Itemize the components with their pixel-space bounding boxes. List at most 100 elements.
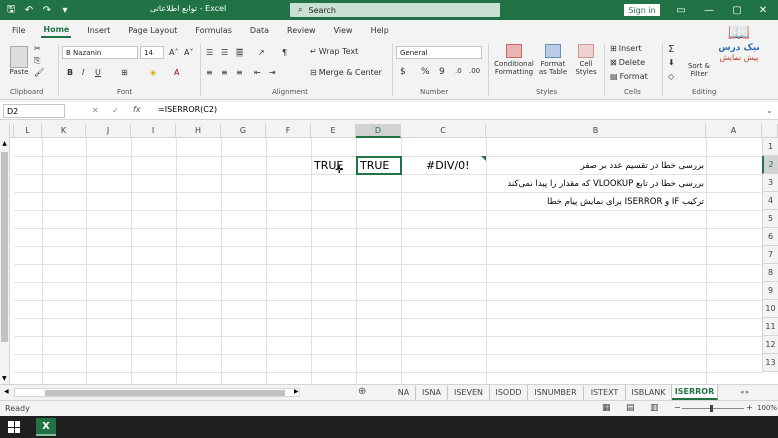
- worksheet-grid[interactable]: L K J I H G F E D C B A 1 2 3 4 5 6 7 8 …: [0, 124, 778, 384]
- col-header-a[interactable]: A: [706, 124, 762, 138]
- font-name-dropdown[interactable]: B Nazanin: [62, 46, 138, 59]
- align-bottom-icon[interactable]: ☰: [236, 48, 244, 57]
- col-header-i[interactable]: I: [131, 124, 176, 138]
- customize-qat-icon[interactable]: ▾: [58, 3, 72, 17]
- conditional-formatting-button[interactable]: Conditional Formatting: [492, 44, 536, 76]
- copy-icon[interactable]: ⎘: [34, 56, 40, 66]
- decrease-font-icon[interactable]: A˅: [184, 48, 193, 57]
- cell-c2[interactable]: #DIV/0!: [426, 159, 470, 172]
- font-size-dropdown[interactable]: 14: [140, 46, 164, 59]
- cell-b4[interactable]: ترکیب IF و ISERROR برای نمایش پیام خطا: [488, 197, 704, 207]
- sheet-tab-isnumber[interactable]: ISNUMBER: [528, 385, 584, 400]
- rtl-direction-icon[interactable]: ¶: [282, 48, 287, 57]
- sheet-tab-isodd[interactable]: ISODD: [490, 385, 528, 400]
- italic-icon[interactable]: I: [82, 68, 84, 77]
- increase-indent-icon[interactable]: ⇥: [269, 68, 276, 77]
- expand-formula-bar-icon[interactable]: ⌄: [766, 106, 773, 115]
- save-icon[interactable]: 🖫: [4, 3, 18, 17]
- align-top-icon[interactable]: ☰: [206, 48, 213, 57]
- col-header-e[interactable]: E: [311, 124, 356, 138]
- add-sheet-icon[interactable]: ⊕: [358, 386, 366, 397]
- hscroll-thumb[interactable]: [45, 390, 285, 396]
- paste-button[interactable]: Paste: [6, 46, 32, 76]
- sheet-tab-iserror[interactable]: ISERROR: [672, 385, 718, 400]
- cell-styles-button[interactable]: Cell Styles: [570, 44, 602, 76]
- zoom-level[interactable]: 100%: [757, 404, 777, 412]
- redo-icon[interactable]: ↷: [40, 3, 54, 17]
- row-header-12[interactable]: 12: [762, 336, 778, 354]
- tab-page-layout[interactable]: Page Layout: [126, 24, 179, 37]
- col-header-k[interactable]: K: [42, 124, 86, 138]
- fill-icon[interactable]: ⬇: [668, 58, 675, 67]
- decrease-decimal-icon[interactable]: .00: [469, 67, 480, 75]
- borders-icon[interactable]: ⊞: [121, 68, 128, 77]
- align-middle-icon[interactable]: ☰: [221, 48, 228, 57]
- normal-view-icon[interactable]: ▦: [602, 403, 611, 413]
- bold-icon[interactable]: B: [67, 68, 73, 77]
- autosum-icon[interactable]: Σ: [668, 44, 674, 55]
- hscroll-left-icon[interactable]: ◀: [4, 388, 9, 395]
- decrease-indent-icon[interactable]: ⇤: [254, 68, 261, 77]
- col-header-c[interactable]: C: [401, 124, 486, 138]
- sign-in-button[interactable]: Sign in: [624, 4, 660, 16]
- hscroll-right-icon[interactable]: ▶: [294, 388, 299, 395]
- row-header-7[interactable]: 7: [762, 246, 778, 264]
- confirm-entry-icon[interactable]: ✓: [112, 106, 119, 115]
- tab-formulas[interactable]: Formulas: [193, 24, 234, 37]
- col-header-g[interactable]: G: [221, 124, 266, 138]
- close-icon[interactable]: ✕: [752, 2, 774, 18]
- row-header-8[interactable]: 8: [762, 264, 778, 282]
- col-header-j[interactable]: J: [86, 124, 131, 138]
- col-header-d[interactable]: D: [356, 124, 401, 138]
- insert-cells-button[interactable]: ⊞ Insert: [610, 44, 642, 53]
- tab-home[interactable]: Home: [41, 23, 72, 38]
- row-header-9[interactable]: 9: [762, 282, 778, 300]
- tab-help[interactable]: Help: [369, 24, 391, 37]
- horizontal-scrollbar[interactable]: [14, 388, 300, 397]
- excel-taskbar-icon[interactable]: X: [36, 418, 56, 436]
- zoom-slider-thumb[interactable]: [710, 405, 713, 412]
- comma-icon[interactable]: 9: [439, 67, 445, 77]
- page-layout-view-icon[interactable]: ▤: [626, 403, 635, 413]
- sheet-tab-istext[interactable]: ISTEXT: [584, 385, 626, 400]
- cell-b3[interactable]: بررسی خطا در تابع VLOOKUP که مقدار را پی…: [488, 179, 704, 189]
- align-left-icon[interactable]: ≡: [206, 68, 213, 77]
- row-header-3[interactable]: 3: [762, 174, 778, 192]
- tab-scroll-icon[interactable]: ◂ ▸: [740, 388, 749, 396]
- clear-icon[interactable]: ◇: [668, 72, 674, 81]
- tab-review[interactable]: Review: [285, 24, 318, 37]
- row-header-6[interactable]: 6: [762, 228, 778, 246]
- scroll-up-icon[interactable]: ▲: [0, 140, 9, 147]
- col-header-f[interactable]: F: [266, 124, 311, 138]
- row-header-11[interactable]: 11: [762, 318, 778, 336]
- format-as-table-button[interactable]: Format as Table: [536, 44, 570, 76]
- format-cells-button[interactable]: ▤ Format: [610, 72, 648, 81]
- cancel-entry-icon[interactable]: ✕: [92, 106, 99, 115]
- row-header-2[interactable]: 2: [762, 156, 778, 174]
- row-header-4[interactable]: 4: [762, 192, 778, 210]
- cell-b2[interactable]: بررسی خطا در تقسیم عدد بر صفر: [488, 161, 704, 171]
- col-header-l[interactable]: L: [14, 124, 42, 138]
- name-box[interactable]: D2: [3, 104, 65, 118]
- maximize-icon[interactable]: ▢: [726, 2, 748, 18]
- format-painter-icon[interactable]: 🖌: [34, 68, 44, 77]
- number-format-dropdown[interactable]: General: [396, 46, 482, 59]
- delete-cells-button[interactable]: ⊠ Delete: [610, 58, 645, 67]
- scroll-down-icon[interactable]: ▼: [2, 375, 7, 382]
- sheet-tab-na[interactable]: NA: [392, 385, 416, 400]
- underline-icon[interactable]: U: [95, 68, 101, 77]
- tab-file[interactable]: File: [10, 24, 27, 37]
- col-header-b[interactable]: B: [486, 124, 706, 138]
- zoom-out-icon[interactable]: −: [674, 403, 681, 412]
- tab-insert[interactable]: Insert: [85, 24, 112, 37]
- align-right-icon[interactable]: ≡: [236, 68, 243, 77]
- percent-icon[interactable]: %: [421, 67, 430, 77]
- windows-start-icon[interactable]: [8, 421, 20, 433]
- vertical-scrollbar[interactable]: ▲ ▼: [0, 124, 10, 384]
- search-input[interactable]: ⌕ Search: [290, 3, 500, 17]
- row-header-13[interactable]: 13: [762, 354, 778, 372]
- minimize-icon[interactable]: —: [698, 2, 720, 18]
- increase-decimal-icon[interactable]: .0: [455, 67, 462, 75]
- wrap-text-button[interactable]: ↵ Wrap Text: [310, 47, 358, 56]
- merge-center-button[interactable]: ⊟ Merge & Center: [310, 68, 382, 77]
